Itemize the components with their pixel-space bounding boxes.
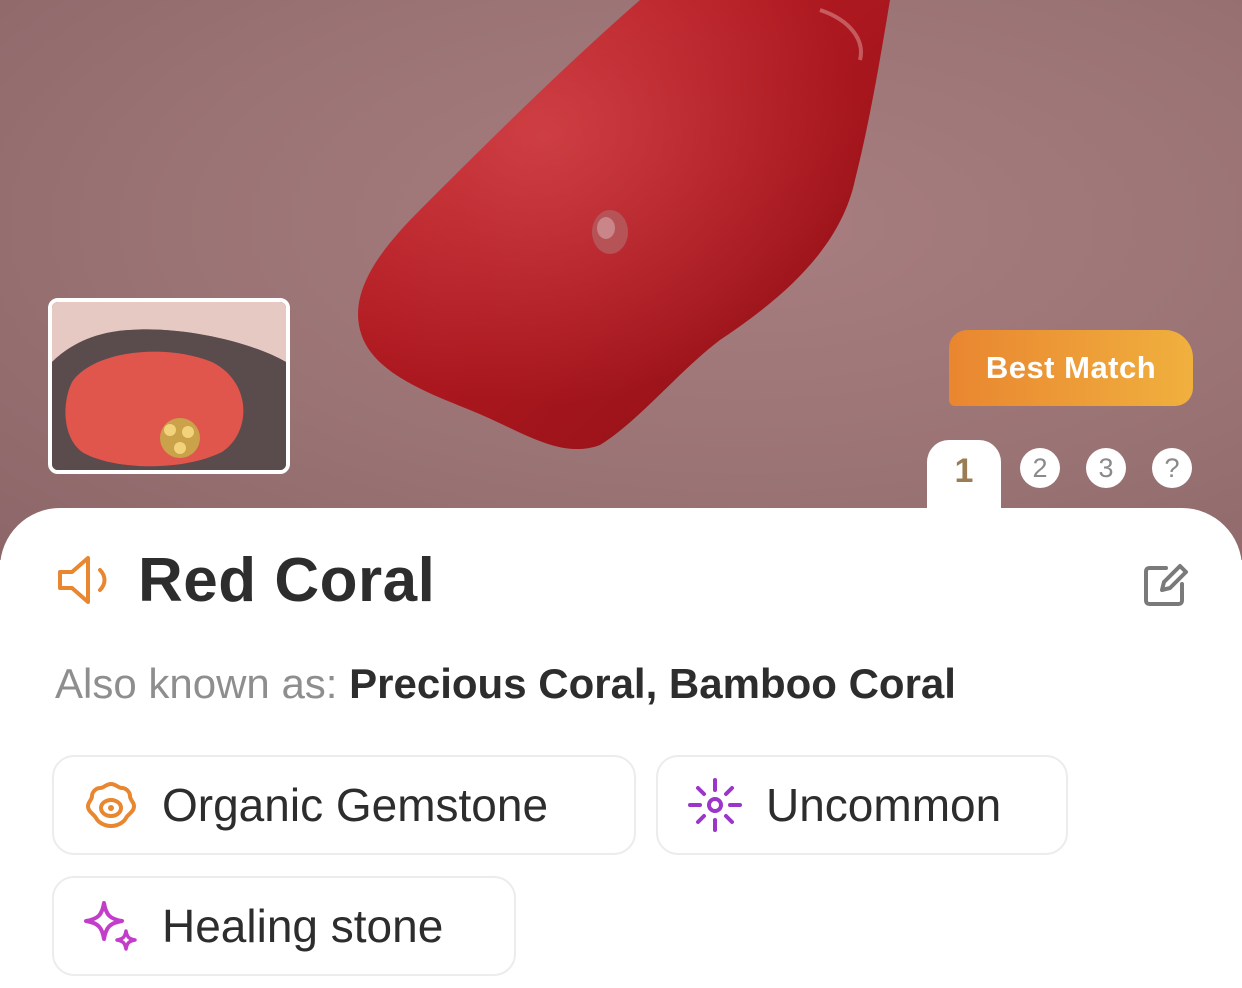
sparkles-icon — [84, 901, 137, 951]
result-pager: 1 2 3 ? — [0, 440, 1242, 520]
page-tab-3[interactable]: 3 — [1086, 448, 1126, 488]
sparkle-burst-icon — [688, 778, 742, 832]
tag-organic-gemstone[interactable]: Organic Gemstone — [52, 755, 636, 855]
also-known-as: Also known as: Precious Coral, Bamboo Co… — [55, 660, 956, 708]
tag-label: Uncommon — [766, 779, 1002, 831]
aka-label: Also known as: — [55, 660, 338, 707]
tag-label: Organic Gemstone — [162, 779, 549, 831]
title-row: Red Coral — [54, 540, 435, 620]
aka-names: Precious Coral, Bamboo Coral — [349, 660, 956, 707]
speaker-icon[interactable] — [54, 552, 124, 608]
page-tab-unknown[interactable]: ? — [1152, 448, 1192, 488]
shell-icon — [86, 782, 136, 828]
page-tab-2[interactable]: 2 — [1020, 448, 1060, 488]
tag-healing-stone[interactable]: Healing stone — [52, 876, 516, 976]
tag-label: Healing stone — [162, 900, 444, 952]
tag-uncommon[interactable]: Uncommon — [656, 755, 1068, 855]
best-match-badge: Best Match — [949, 330, 1193, 406]
page-tab-1[interactable]: 1 — [927, 440, 1001, 520]
edit-icon[interactable] — [1140, 560, 1190, 610]
page-title: Red Coral — [138, 545, 436, 615]
